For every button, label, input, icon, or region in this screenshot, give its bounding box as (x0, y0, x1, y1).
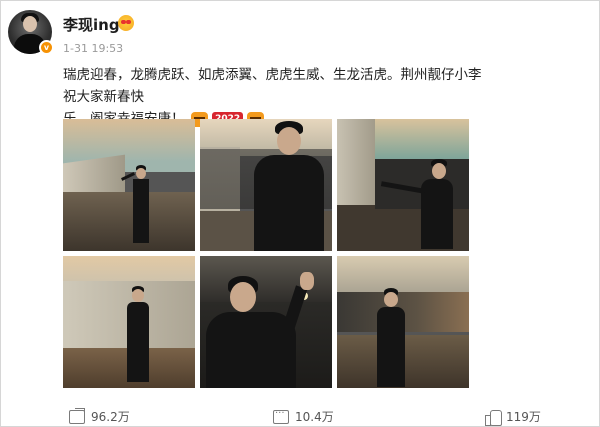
post-photo-5[interactable] (200, 256, 332, 388)
share-count: 96.2万 (91, 410, 130, 424)
like-icon (485, 409, 502, 426)
comment-button[interactable]: 10.4万 (273, 405, 334, 425)
comment-icon (273, 405, 289, 424)
post-photo-6[interactable] (337, 256, 469, 388)
post-photo-1[interactable] (63, 119, 195, 251)
post-photo-3[interactable] (337, 119, 469, 251)
share-button[interactable]: 96.2万 (69, 408, 130, 425)
post-timestamp[interactable]: 1-31 19:53 (63, 42, 123, 55)
like-button[interactable]: 119万 (485, 408, 541, 426)
like-count: 119万 (506, 410, 541, 424)
heart-eyes-emoji-icon (118, 15, 134, 31)
post-photo-4[interactable] (63, 256, 195, 388)
verified-icon: v (39, 40, 54, 55)
share-icon (69, 409, 85, 424)
author-name[interactable]: 李现ing (63, 14, 120, 35)
weibo-post-card: v 李现ing 1-31 19:53 瑞虎迎春，龙腾虎跃、如虎添翼、虎虎生威、生… (0, 0, 600, 427)
post-action-bar: 96.2万 10.4万 119万 (1, 404, 600, 427)
post-photo-2[interactable] (200, 119, 332, 251)
post-text-line1: 瑞虎迎春，龙腾虎跃、如虎添翼、虎虎生威、生龙活虎。荆州靓仔小李祝大家新春快 (63, 67, 482, 105)
comment-count: 10.4万 (295, 410, 334, 424)
